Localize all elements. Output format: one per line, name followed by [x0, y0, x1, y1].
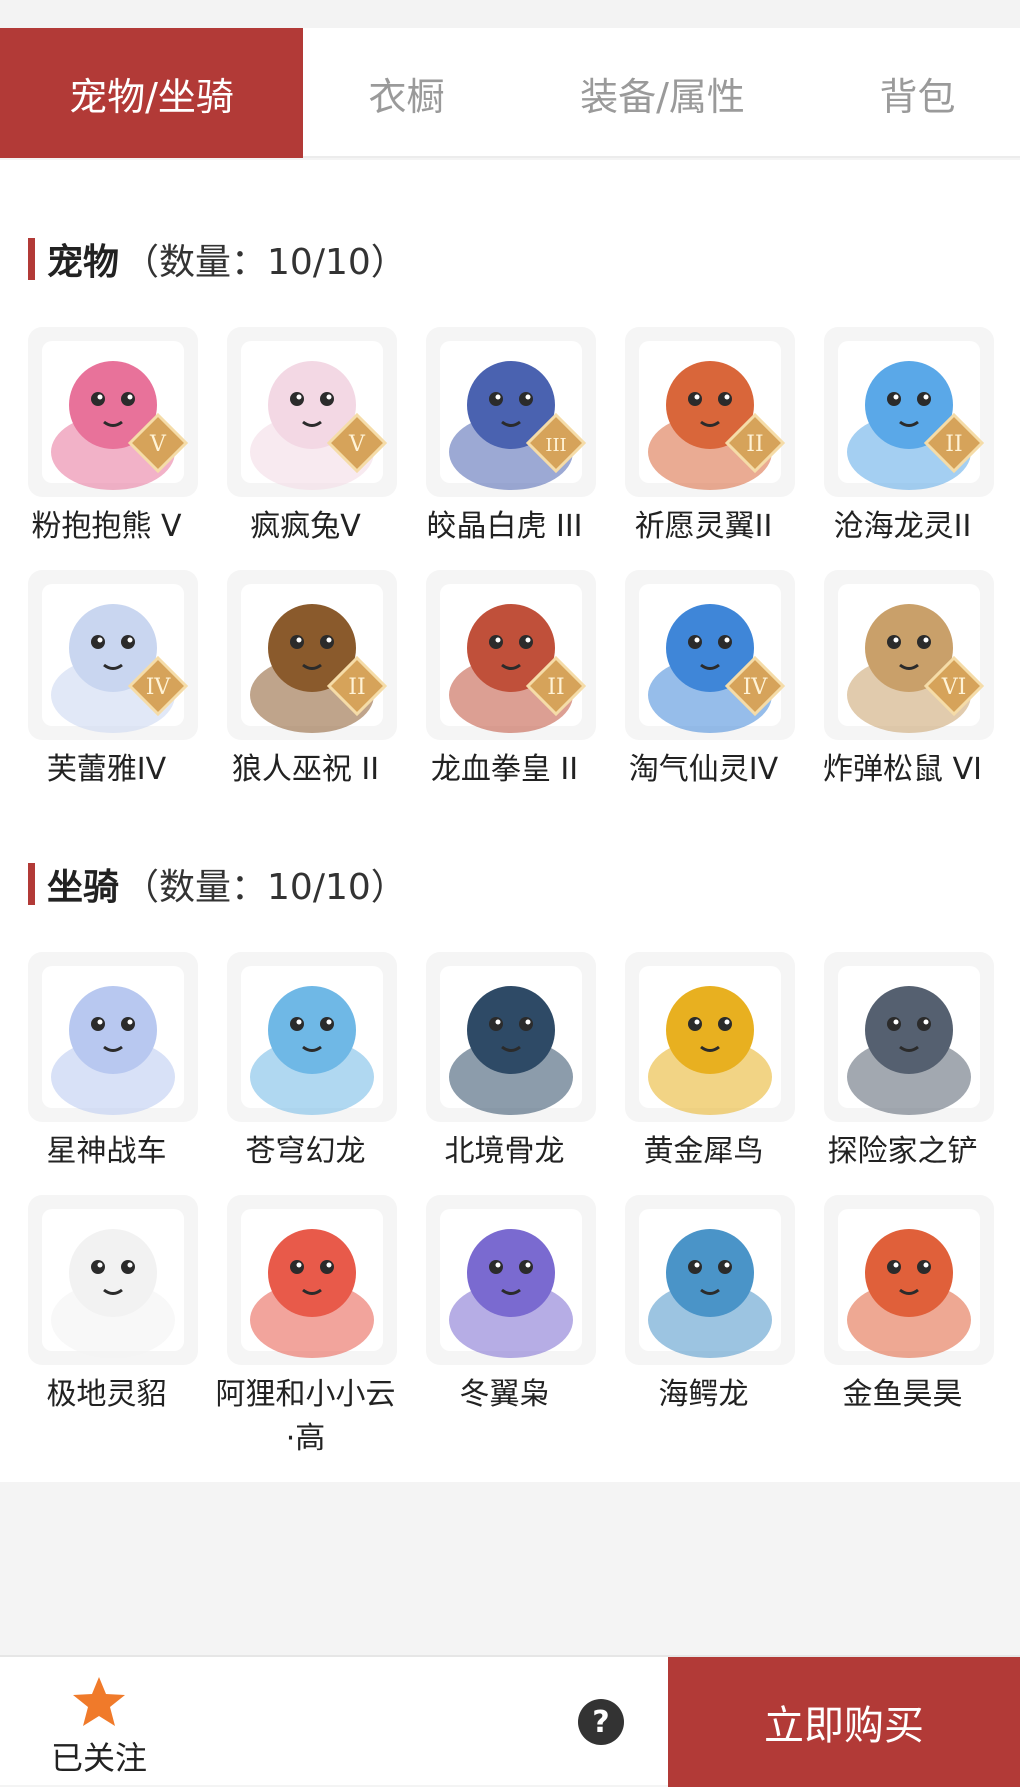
mounts-count: （数量：10/10） [123, 867, 407, 908]
buy-now-button[interactable]: 立即购买 [668, 1657, 1020, 1787]
rank-badge: III [545, 435, 566, 456]
rank-badge: II [945, 432, 962, 457]
dragonblood-boxer-icon: II [426, 570, 596, 740]
goldfish-icon [824, 1195, 994, 1365]
pets-count: （数量：10/10） [123, 242, 407, 283]
mount-name: 北境骨龙 [444, 1134, 565, 1169]
pets-title: 宠物 [47, 242, 120, 283]
crazy-rabbit-icon: V [227, 327, 397, 497]
mount-name: 苍穹幻龙 [245, 1134, 366, 1169]
rank-badge: VI [941, 675, 967, 700]
pet-name: 皎晶白虎 III [426, 509, 583, 544]
star-chariot-icon [28, 952, 198, 1122]
pet-name: 龙血拳皇 II [430, 752, 579, 787]
pet-name: 淘气仙灵IV [628, 752, 779, 787]
golden-hornbill-icon [625, 952, 795, 1122]
north-bone-dragon-icon [426, 952, 596, 1122]
star-icon [73, 1677, 125, 1726]
mounts-title: 坐骑 [47, 867, 120, 908]
mount-name: 黄金犀鸟 [643, 1134, 764, 1169]
pink-bear-icon: V [28, 327, 198, 497]
rank-badge: V [348, 432, 366, 457]
mount-name: 极地灵貂 [46, 1377, 167, 1412]
werewolf-shaman-icon: II [227, 570, 397, 740]
bottom-action-bar: 已关注 ? 立即购买 [0, 1655, 1020, 1787]
pet-name: 芙蕾雅IV [46, 752, 167, 787]
mount-name: 海鳄龙 [658, 1377, 749, 1412]
top-strip [0, 0, 1020, 28]
follow-label: 已关注 [50, 1739, 147, 1777]
pet-name: 祈愿灵翼II [634, 509, 773, 544]
pets-section-title: 宠物 （数量：10/10） [28, 235, 407, 283]
mount-name: 金鱼昊昊 [842, 1377, 963, 1412]
pet-name: 炸弹松鼠 VI [823, 752, 982, 787]
tab-equipment-attributes[interactable]: 装备/属性 [510, 28, 815, 158]
rank-badge: II [547, 675, 564, 700]
pet-name: 粉抱抱熊 V [31, 509, 182, 544]
pet-name: 沧海龙灵II [833, 509, 972, 544]
sky-dragon-icon [227, 952, 397, 1122]
winter-owl-icon [426, 1195, 596, 1365]
polar-mink-icon [28, 1195, 198, 1365]
follow-button[interactable]: 已关注 [44, 1675, 154, 1779]
mount-name: 冬翼枭 [459, 1377, 550, 1412]
freya-icon: IV [28, 570, 198, 740]
explorer-shovel-icon [824, 952, 994, 1122]
pet-name: 疯疯兔V [250, 509, 361, 544]
section-accent-bar [28, 238, 35, 280]
wish-wing-bird-icon: II [625, 327, 795, 497]
tab-backpack[interactable]: 背包 [815, 28, 1020, 158]
pet-name: 狼人巫祝 II [231, 752, 380, 787]
mount-name: 探险家之铲 [827, 1134, 978, 1169]
rank-badge: V [149, 432, 167, 457]
tab-wardrobe[interactable]: 衣橱 [303, 28, 510, 158]
white-tiger-icon: III [426, 327, 596, 497]
mount-name: 星神战车 [46, 1134, 167, 1169]
help-icon[interactable]: ? [578, 1699, 624, 1745]
sea-dragon-spirit-icon: II [824, 327, 994, 497]
rank-badge: IV [743, 675, 769, 700]
bomb-squirrel-icon: VI [824, 570, 994, 740]
tab-bar: 宠物/坐骑 衣橱 装备/属性 背包 [0, 28, 1020, 158]
rank-badge: IV [146, 675, 172, 700]
sea-croc-dragon-icon [625, 1195, 795, 1365]
mounts-section-title: 坐骑 （数量：10/10） [28, 860, 407, 908]
section-accent-bar [28, 863, 35, 905]
tab-pets-mounts[interactable]: 宠物/坐骑 [0, 28, 303, 158]
ali-cloud-icon [227, 1195, 397, 1365]
content-panel: 宠物 （数量：10/10） V 粉抱抱熊 V V 疯疯兔V III 皎晶白虎 III II 祈… [0, 160, 1020, 1482]
naughty-fairy-icon: IV [625, 570, 795, 740]
rank-badge: II [746, 432, 763, 457]
rank-badge: II [348, 675, 365, 700]
mount-name: 阿狸和小小云·高 [215, 1377, 396, 1456]
